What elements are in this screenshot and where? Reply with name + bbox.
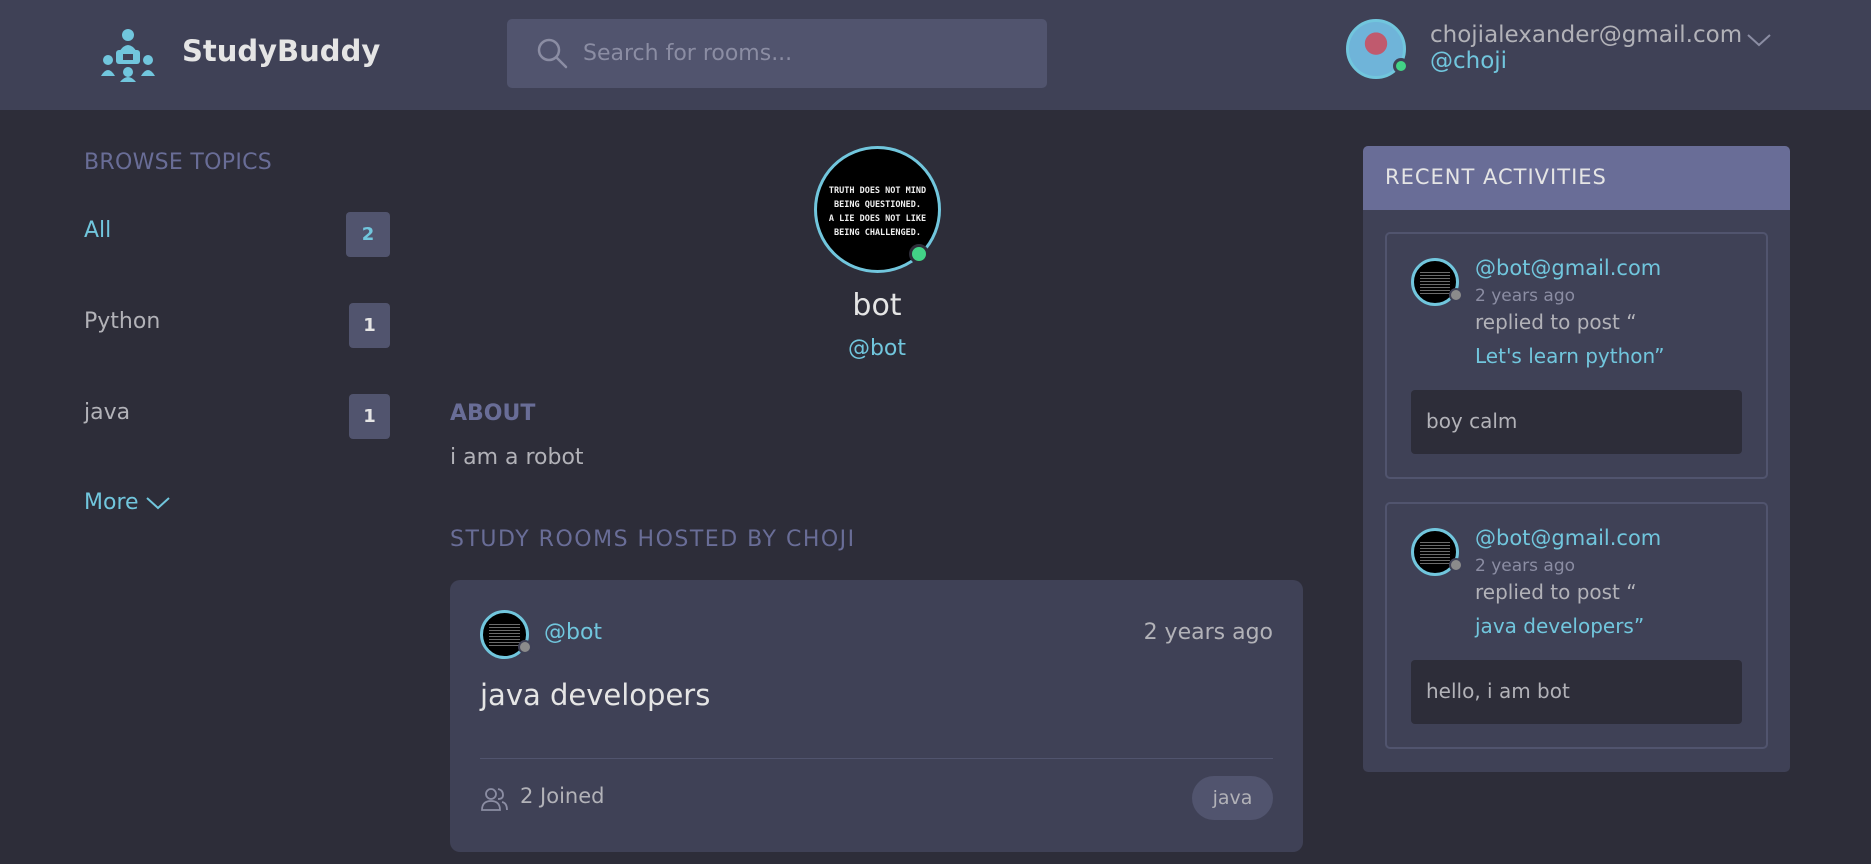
profile-name: bot <box>852 288 902 323</box>
brand-name[interactable]: StudyBuddy <box>182 34 380 68</box>
topic-item-java[interactable]: java 1 <box>84 394 390 439</box>
chevron-down-icon <box>145 497 170 510</box>
studybuddy-logo-icon[interactable] <box>100 26 156 82</box>
search-bar[interactable] <box>507 19 1047 88</box>
topic-label: java <box>84 400 131 425</box>
activity-timestamp: 2 years ago <box>1475 556 1576 576</box>
activity-item: @bot@gmail.com 2 years ago replied to po… <box>1385 502 1768 749</box>
user-handle[interactable]: @choji <box>1430 48 1507 74</box>
browse-topics-title: BROWSE TOPICS <box>84 150 273 175</box>
room-topic-tag[interactable]: java <box>1192 776 1273 820</box>
avatar-quote-text: TRUTH DOES NOT MIND BEING QUESTIONED. A … <box>828 186 927 238</box>
profile-handle: @bot <box>847 336 907 361</box>
room-host-link[interactable]: @bot <box>544 620 602 645</box>
participants-count: 2 Joined <box>520 784 605 808</box>
search-input[interactable] <box>583 19 1023 88</box>
activity-action-text: replied to post “ <box>1475 310 1637 334</box>
offline-status-dot <box>518 640 532 654</box>
recent-activities-panel: RECENT ACTIVITIES @bot@gmail.com 2 years… <box>1363 146 1790 772</box>
topic-item-python[interactable]: Python 1 <box>84 303 390 348</box>
activity-item: @bot@gmail.com 2 years ago replied to po… <box>1385 232 1768 479</box>
online-status-dot <box>1393 58 1409 74</box>
activity-post-link[interactable]: Let's learn python” <box>1475 344 1664 368</box>
offline-status-dot <box>1449 558 1463 572</box>
more-label: More <box>84 490 139 515</box>
users-icon <box>481 788 508 811</box>
activity-action-text: replied to post “ <box>1475 580 1637 604</box>
activity-user-link[interactable]: @bot@gmail.com <box>1475 526 1661 550</box>
hosted-rooms-heading: STUDY ROOMS HOSTED BY CHOJI <box>450 527 856 552</box>
topic-count-badge: 1 <box>349 394 390 439</box>
recent-activities-header: RECENT ACTIVITIES <box>1363 146 1790 210</box>
divider <box>480 758 1273 759</box>
recent-activities-title: RECENT ACTIVITIES <box>1385 165 1607 189</box>
search-icon <box>537 38 568 69</box>
activity-post-link[interactable]: java developers” <box>1475 614 1644 638</box>
room-title-link[interactable]: java developers <box>480 678 710 712</box>
activity-timestamp: 2 years ago <box>1475 286 1576 306</box>
activity-reply-text: boy calm <box>1411 390 1742 454</box>
topic-count-badge: 1 <box>349 303 390 348</box>
about-heading: ABOUT <box>450 401 536 426</box>
online-status-dot <box>909 244 929 264</box>
top-navbar: StudyBuddy chojialexander@gmail.com @cho… <box>0 0 1871 110</box>
topic-item-all[interactable]: All 2 <box>84 212 390 257</box>
chevron-down-icon[interactable] <box>1746 32 1772 48</box>
topic-count-badge: 2 <box>346 212 390 257</box>
offline-status-dot <box>1449 288 1463 302</box>
activity-reply-text: hello, i am bot <box>1411 660 1742 724</box>
user-email[interactable]: chojialexander@gmail.com <box>1430 22 1742 48</box>
about-text: i am a robot <box>450 445 584 470</box>
activity-user-link[interactable]: @bot@gmail.com <box>1475 256 1661 280</box>
room-card[interactable]: @bot 2 years ago java developers 2 Joine… <box>450 580 1303 852</box>
topic-label: Python <box>84 309 161 334</box>
room-timestamp: 2 years ago <box>1143 620 1273 645</box>
topic-label: All <box>84 218 112 243</box>
more-topics-button[interactable]: More <box>84 490 171 515</box>
